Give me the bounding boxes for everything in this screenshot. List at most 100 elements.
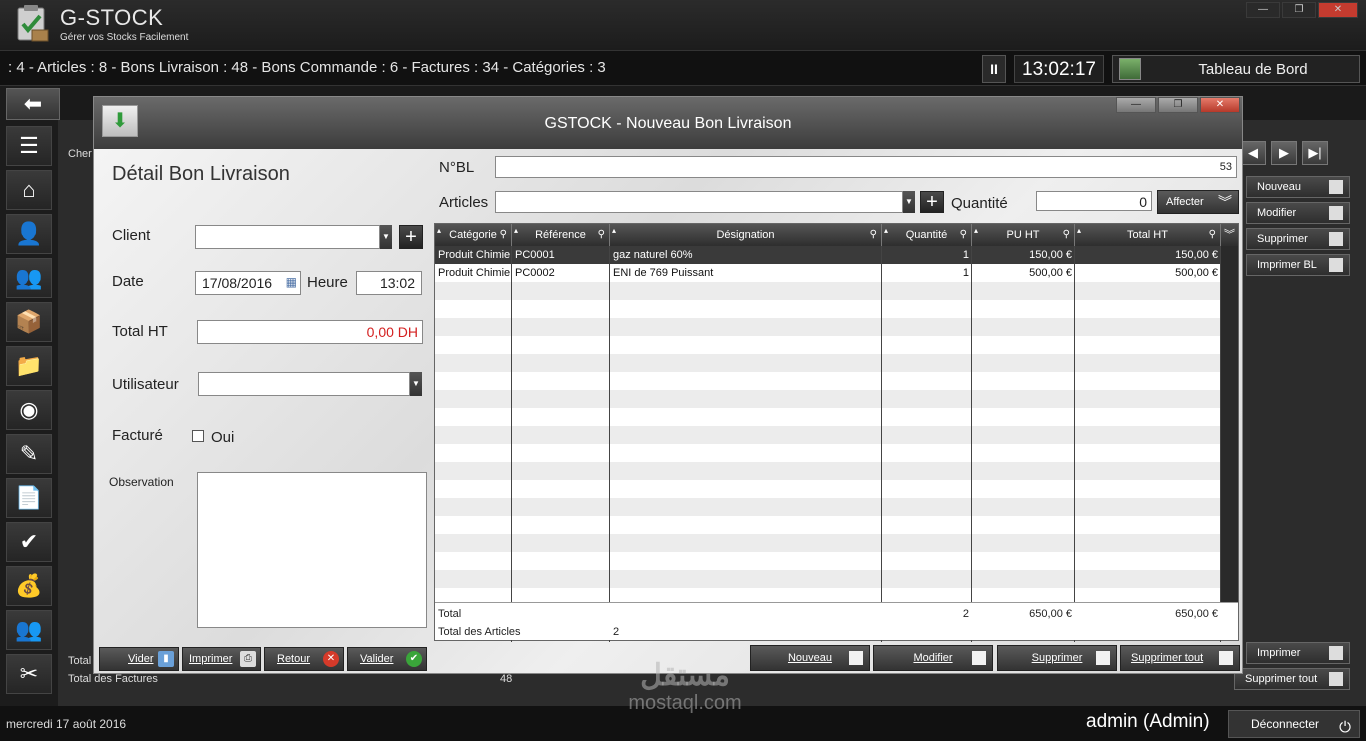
chevron-down-icon[interactable]: ▼ (903, 191, 915, 213)
back-arrow-icon[interactable]: ⬅ (6, 88, 60, 120)
bg-imprimer-bl-button[interactable]: Imprimer BL (1246, 254, 1350, 276)
supprimer-button[interactable]: Supprimer (997, 645, 1117, 671)
column-chooser-icon[interactable]: ︾ (1221, 224, 1238, 246)
chevron-down-icon[interactable]: ▼ (410, 372, 422, 396)
minimize-button[interactable]: — (1246, 2, 1280, 18)
nouveau-button[interactable]: Nouveau (750, 645, 870, 671)
facture-checkbox[interactable] (192, 430, 204, 442)
filter-icon[interactable]: ⚲ (1063, 224, 1070, 246)
client-icon[interactable]: 👤 (6, 214, 52, 254)
document-icon[interactable]: 📄 (6, 478, 52, 518)
quantite-field[interactable]: 0 (1036, 191, 1152, 211)
maximize-button[interactable]: ❐ (1282, 2, 1316, 18)
power-icon: ⏻ (1339, 719, 1351, 736)
form-title: Détail Bon Livraison (112, 163, 290, 185)
facture-label: Facturé (112, 427, 163, 444)
filter-icon[interactable]: ⚲ (960, 224, 967, 246)
pause-button[interactable]: II (982, 55, 1006, 83)
add-client-button[interactable]: + (399, 225, 423, 249)
dialog-header: ⬇ GSTOCK - Nouveau Bon Livraison — ❐ ✕ (94, 97, 1242, 149)
client-select[interactable] (195, 225, 380, 249)
observation-textarea[interactable] (197, 472, 427, 628)
printer-icon: ⎙ (240, 651, 256, 667)
grid-stripe (435, 498, 1221, 516)
column-divider (609, 246, 610, 642)
heure-field[interactable]: 13:02 (356, 271, 422, 295)
pen-icon[interactable]: ✎ (6, 434, 52, 474)
retour-button[interactable]: Retour ✕ (264, 647, 344, 671)
supprimer-tout-button[interactable]: Supprimer tout (1120, 645, 1240, 671)
app-title-bar: G-STOCK Gérer vos Stocks Facilement — ❐ … (0, 0, 1366, 50)
bg-modifier-button[interactable]: Modifier (1246, 202, 1350, 224)
dialog-maximize-button[interactable]: ❐ (1158, 97, 1198, 113)
filter-icon[interactable]: ⚲ (598, 224, 605, 246)
column-header-quantite[interactable]: ▴ Quantité ⚲ (882, 224, 972, 246)
calendar-icon[interactable]: ▦ (286, 275, 297, 289)
articles-select[interactable] (495, 191, 903, 213)
record-navigation: ◀ ▶ ▶| (1240, 141, 1328, 165)
validated-document-icon[interactable]: ✔ (6, 522, 52, 562)
filter-icon[interactable]: ⚲ (1209, 224, 1216, 246)
bg-supprimer-button[interactable]: Supprimer (1246, 228, 1350, 250)
users-icon[interactable]: 👥 (6, 610, 52, 650)
chevron-down-icon[interactable]: ▼ (380, 225, 392, 249)
grid-stripe (435, 570, 1221, 588)
folder-icon[interactable]: 📁 (6, 346, 52, 386)
home-icon[interactable]: ⌂ (6, 170, 52, 210)
search-label: Cher (68, 148, 92, 160)
utilisateur-select[interactable] (198, 372, 410, 396)
imprimer-button[interactable]: Imprimer ⎙ (182, 647, 261, 671)
next-arrow-icon[interactable]: ▶ (1271, 141, 1297, 165)
last-record-icon[interactable]: ▶| (1302, 141, 1328, 165)
bg-supprimer-tout-button[interactable]: Supprimer tout (1234, 668, 1350, 690)
grid-stripe (435, 390, 1221, 408)
double-chevron-down-icon: ︾ (1218, 194, 1232, 210)
bg-nouveau-button[interactable]: Nouveau (1246, 176, 1350, 198)
cell-categorie: Produit Chimie (438, 267, 511, 279)
table-row[interactable]: Produit Chimie PC0001 gaz naturel 60% 1 … (435, 246, 1221, 264)
cell-reference: PC0002 (515, 267, 555, 279)
delete-doc-icon (1096, 651, 1110, 665)
dashboard-button[interactable]: Tableau de Bord (1112, 55, 1360, 83)
printer-icon (1329, 258, 1343, 272)
column-header-pu-ht[interactable]: ▴ PU HT ⚲ (972, 224, 1075, 246)
client-label: Client (112, 227, 151, 244)
bg-imprimer-button[interactable]: Imprimer (1246, 642, 1350, 664)
column-divider (881, 246, 882, 642)
grid-stripe (435, 462, 1221, 480)
close-button[interactable]: ✕ (1318, 2, 1358, 18)
logout-button[interactable]: Déconnecter ⏻ (1228, 710, 1360, 738)
dashboard-icon (1119, 58, 1141, 80)
dashboard-label: Tableau de Bord (1198, 61, 1308, 78)
column-header-designation[interactable]: ▴ Désignation ⚲ (610, 224, 882, 246)
check-icon: ✔ (406, 651, 422, 667)
cell-quantite: 1 (962, 249, 969, 261)
previous-arrow-icon[interactable]: ◀ (1240, 141, 1266, 165)
grid-scrollbar[interactable] (1221, 246, 1238, 602)
filter-icon[interactable]: ⚲ (500, 224, 507, 246)
nbl-field[interactable]: 53 (495, 156, 1237, 178)
modifier-button[interactable]: Modifier (873, 645, 993, 671)
stats-bar: : 4 - Articles : 8 - Bons Livraison : 48… (0, 50, 1366, 86)
column-header-reference[interactable]: ▴ Référence ⚲ (512, 224, 610, 246)
column-divider (511, 246, 512, 642)
table-row[interactable]: Produit Chimie PC0002 ENI de 769 Puissan… (435, 264, 1221, 282)
filter-icon[interactable]: ⚲ (870, 224, 877, 246)
valider-button[interactable]: Valider ✔ (347, 647, 427, 671)
add-article-button[interactable]: + (920, 191, 944, 213)
menu-icon[interactable]: ☰ (6, 126, 52, 166)
cancel-icon: ✕ (323, 651, 339, 667)
dialog-close-button[interactable]: ✕ (1200, 97, 1240, 113)
date-field[interactable]: 17/08/2016 ▦ (195, 271, 301, 295)
tools-icon[interactable]: ✂ (6, 654, 52, 694)
trash-icon: ▮ (158, 651, 174, 667)
affecter-button[interactable]: Affecter ︾ (1157, 190, 1239, 214)
column-header-categorie[interactable]: ▴ Catégorie ⚲ (435, 224, 512, 246)
coins-icon[interactable]: 💰 (6, 566, 52, 606)
vider-button[interactable]: Vider ▮ (99, 647, 179, 671)
disk-icon[interactable]: ◉ (6, 390, 52, 430)
dialog-minimize-button[interactable]: — (1116, 97, 1156, 113)
box-icon[interactable]: 📦 (6, 302, 52, 342)
supplier-icon[interactable]: 👥 (6, 258, 52, 298)
column-header-total-ht[interactable]: ▴ Total HT ⚲ (1075, 224, 1221, 246)
